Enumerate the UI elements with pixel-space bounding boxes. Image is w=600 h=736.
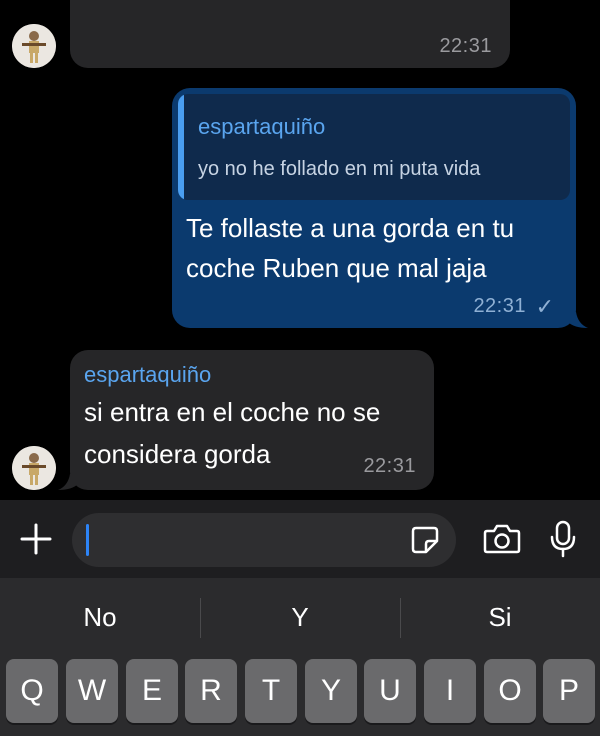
avatar[interactable]	[12, 24, 56, 68]
plus-icon[interactable]	[19, 522, 53, 556]
message-input[interactable]	[72, 513, 456, 567]
message-bubble-incoming[interactable]: 22:31	[70, 0, 510, 68]
message-time: 22:31	[363, 455, 416, 477]
key-e[interactable]: E	[126, 659, 178, 723]
key-y[interactable]: Y	[305, 659, 357, 723]
quote-text: yo no he follado en mi puta vida	[198, 158, 481, 180]
camera-icon[interactable]	[483, 523, 521, 555]
message-text: si entra en el coche no se	[84, 397, 381, 427]
message-bubble-outgoing[interactable]: espartaquiño yo no he follado en mi puta…	[172, 88, 576, 328]
sticker-icon[interactable]	[410, 525, 440, 555]
suggestion-item[interactable]: Y	[200, 602, 400, 633]
avatar-image	[12, 446, 56, 490]
text-cursor	[86, 524, 89, 556]
key-u[interactable]: U	[364, 659, 416, 723]
message-time: 22:31	[473, 295, 526, 317]
message-text: coche Ruben que mal jaja	[186, 253, 487, 283]
key-t[interactable]: T	[245, 659, 297, 723]
key-r[interactable]: R	[185, 659, 237, 723]
key-o[interactable]: O	[484, 659, 536, 723]
key-p[interactable]: P	[543, 659, 595, 723]
avatar[interactable]	[12, 446, 56, 490]
key-w[interactable]: W	[66, 659, 118, 723]
quote-sender: espartaquiño	[198, 114, 326, 139]
message-text: Te follaste a una gorda en tu	[186, 213, 515, 243]
quote-bar	[178, 94, 184, 200]
bubble-tail-incoming	[58, 474, 78, 490]
bubble-tail-outgoing	[568, 312, 588, 328]
key-i[interactable]: I	[424, 659, 476, 723]
composer-bar	[0, 500, 600, 578]
suggestion-item[interactable]: No	[0, 602, 200, 633]
suggestion-item[interactable]: Si	[400, 602, 600, 633]
keyboard: No Y Si Q W E R T Y U I O P	[0, 578, 600, 736]
chat-area: 22:31 espartaquiño yo no he follado en m…	[0, 0, 600, 500]
microphone-icon[interactable]	[549, 520, 577, 558]
message-bubble-incoming[interactable]: espartaquiño si entra en el coche no se …	[70, 350, 434, 490]
message-time: 22:31	[439, 35, 492, 57]
delivered-check-icon: ✓	[535, 294, 554, 319]
sender-name: espartaquiño	[84, 362, 212, 387]
quoted-message[interactable]: espartaquiño yo no he follado en mi puta…	[178, 94, 570, 200]
avatar-image	[12, 24, 56, 68]
message-text: considera gorda	[84, 439, 271, 469]
key-q[interactable]: Q	[6, 659, 58, 723]
